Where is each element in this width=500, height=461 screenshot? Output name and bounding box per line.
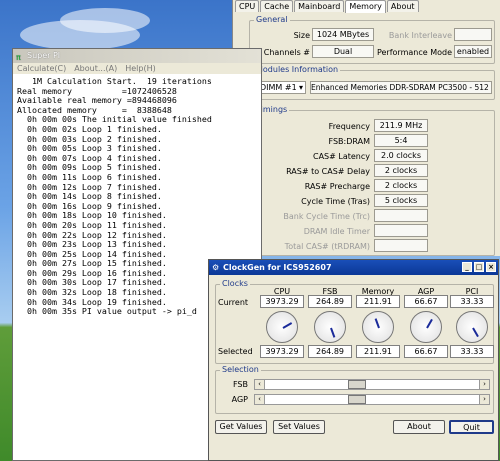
- superpi-titlebar[interactable]: π Super PI: [13, 49, 261, 63]
- timing-label: Cycle Time (Tras): [301, 197, 370, 206]
- modules-group: Modules Information DIMM #1 ▾ Enhanced M…: [249, 65, 495, 100]
- about-button[interactable]: About: [393, 420, 445, 434]
- scroll-right-icon[interactable]: ›: [479, 395, 489, 404]
- general-title: General: [254, 15, 290, 24]
- quit-button[interactable]: Quit: [449, 420, 494, 434]
- selected-clock-value: 211.91: [356, 345, 400, 358]
- slider-thumb[interactable]: [348, 395, 367, 404]
- selection-title: Selection: [220, 365, 261, 374]
- timing-label: Frequency: [328, 122, 370, 131]
- tab-cpu[interactable]: CPU: [235, 0, 260, 12]
- slider-label: FSB: [232, 380, 248, 389]
- timings-group: Timings Frequency 211.9 MHz FSB:DRAM 5:4 CAS…: [249, 105, 495, 256]
- clock-dial-icon: [362, 311, 394, 343]
- pi-app-icon: π: [16, 53, 21, 62]
- performance-mode-label: Performance Mode: [376, 48, 452, 57]
- size-label: Size: [293, 31, 310, 40]
- clock-hand: [282, 322, 293, 329]
- timing-value: 211.9 MHz: [374, 119, 428, 132]
- performance-mode-value: enabled: [454, 45, 492, 58]
- chevron-down-icon: ▾: [298, 83, 303, 92]
- slider-track[interactable]: ‹ ›: [254, 379, 490, 390]
- slider-label: AGP: [231, 395, 248, 404]
- timing-value: 5:4: [374, 134, 428, 147]
- superpi-title: Super PI: [27, 51, 61, 60]
- clocks-title: Clocks: [220, 279, 250, 288]
- set-values-button[interactable]: Set Values: [273, 420, 325, 434]
- dimm-info: Enhanced Memories DDR-SDRAM PC3500 - 512…: [310, 81, 492, 94]
- cpuz-tab-bar: CPU Cache Mainboard Memory About: [233, 0, 500, 13]
- timing-value: [374, 209, 428, 222]
- clock-hand: [472, 327, 479, 338]
- get-values-button[interactable]: Get Values: [215, 420, 267, 434]
- bank-interleave-label: Bank Interleave: [388, 31, 452, 40]
- selected-clock-value: 66.67: [404, 345, 448, 358]
- timing-value: 5 clocks: [374, 194, 428, 207]
- selection-group: Selection FSB ‹ › AGP ‹ ›: [215, 365, 494, 414]
- clockgen-title: ClockGen for ICS952607: [223, 263, 332, 272]
- minimize-button[interactable]: _: [462, 262, 472, 272]
- current-clock-value: 264.89: [308, 295, 352, 308]
- current-clock-value: 33.33: [450, 295, 494, 308]
- selected-clock-value: 264.89: [308, 345, 352, 358]
- tab-about[interactable]: About: [386, 0, 419, 12]
- slider-thumb[interactable]: [348, 380, 367, 389]
- menu-calculate[interactable]: Calculate(C): [17, 63, 66, 74]
- current-clock-value: 66.67: [404, 295, 448, 308]
- clock-hand: [374, 318, 380, 329]
- cpuz-window: CPU Cache Mainboard Memory About General…: [232, 0, 500, 256]
- timing-label: FSB:DRAM: [328, 137, 371, 146]
- clocks-group: Clocks Current Selected CPU 3973.29 3973.2…: [215, 279, 494, 364]
- clock-hand: [330, 327, 336, 338]
- timing-value: 2.0 clocks: [374, 149, 428, 162]
- cloud: [60, 8, 150, 33]
- dimm-select[interactable]: DIMM #1 ▾: [256, 81, 306, 94]
- clockgen-app-icon: ⚙: [212, 263, 220, 272]
- bank-interleave-value: [454, 28, 492, 41]
- timing-label: Total CAS# (tRDRAM): [284, 242, 370, 251]
- clock-hand: [426, 318, 433, 329]
- tab-cache[interactable]: Cache: [260, 0, 294, 12]
- current-clock-value: 211.91: [356, 295, 400, 308]
- timing-label: DRAM Idle Timer: [303, 227, 370, 236]
- timing-value: [374, 239, 428, 252]
- timing-label: RAS# Precharge: [304, 182, 370, 191]
- current-label: Current: [218, 298, 249, 307]
- timing-label: CAS# Latency: [312, 152, 370, 161]
- maximize-button[interactable]: □: [474, 262, 484, 272]
- dimm-select-value: DIMM #1: [260, 83, 297, 92]
- general-group: General Size 1024 MBytes Bank Interleave…: [249, 15, 495, 64]
- clockgen-window: ⚙ ClockGen for ICS952607 _ □ × Clocks Cu…: [208, 259, 499, 461]
- clockgen-titlebar[interactable]: ⚙ ClockGen for ICS952607 _ □ ×: [209, 260, 498, 275]
- menu-about[interactable]: About...(A): [74, 63, 117, 74]
- menu-help[interactable]: Help(H): [125, 63, 156, 74]
- modules-title: Modules Information: [254, 65, 341, 74]
- close-button[interactable]: ×: [486, 262, 496, 272]
- timing-label: RAS# to CAS# Delay: [286, 167, 370, 176]
- superpi-menubar: Calculate(C) About...(A) Help(H): [13, 63, 261, 74]
- tab-memory[interactable]: Memory: [345, 0, 386, 13]
- timing-label: Bank Cycle Time (Trc): [283, 212, 370, 221]
- scroll-left-icon[interactable]: ‹: [255, 395, 265, 404]
- tab-mainboard[interactable]: Mainboard: [294, 0, 345, 12]
- clock-dial-icon: [410, 311, 442, 343]
- slider-track[interactable]: ‹ ›: [254, 394, 490, 405]
- timing-value: [374, 224, 428, 237]
- selected-label: Selected: [218, 347, 253, 356]
- timing-value: 2 clocks: [374, 179, 428, 192]
- clock-dial-icon: [314, 311, 346, 343]
- timing-value: 2 clocks: [374, 164, 428, 177]
- channels-value: Dual: [312, 45, 374, 58]
- size-value: 1024 MBytes: [312, 28, 374, 41]
- scroll-left-icon[interactable]: ‹: [255, 380, 265, 389]
- selected-clock-value: 33.33: [450, 345, 494, 358]
- current-clock-value: 3973.29: [260, 295, 304, 308]
- selected-clock-value: 3973.29: [260, 345, 304, 358]
- scroll-right-icon[interactable]: ›: [479, 380, 489, 389]
- clock-dial-icon: [456, 311, 488, 343]
- clock-dial-icon: [266, 311, 298, 343]
